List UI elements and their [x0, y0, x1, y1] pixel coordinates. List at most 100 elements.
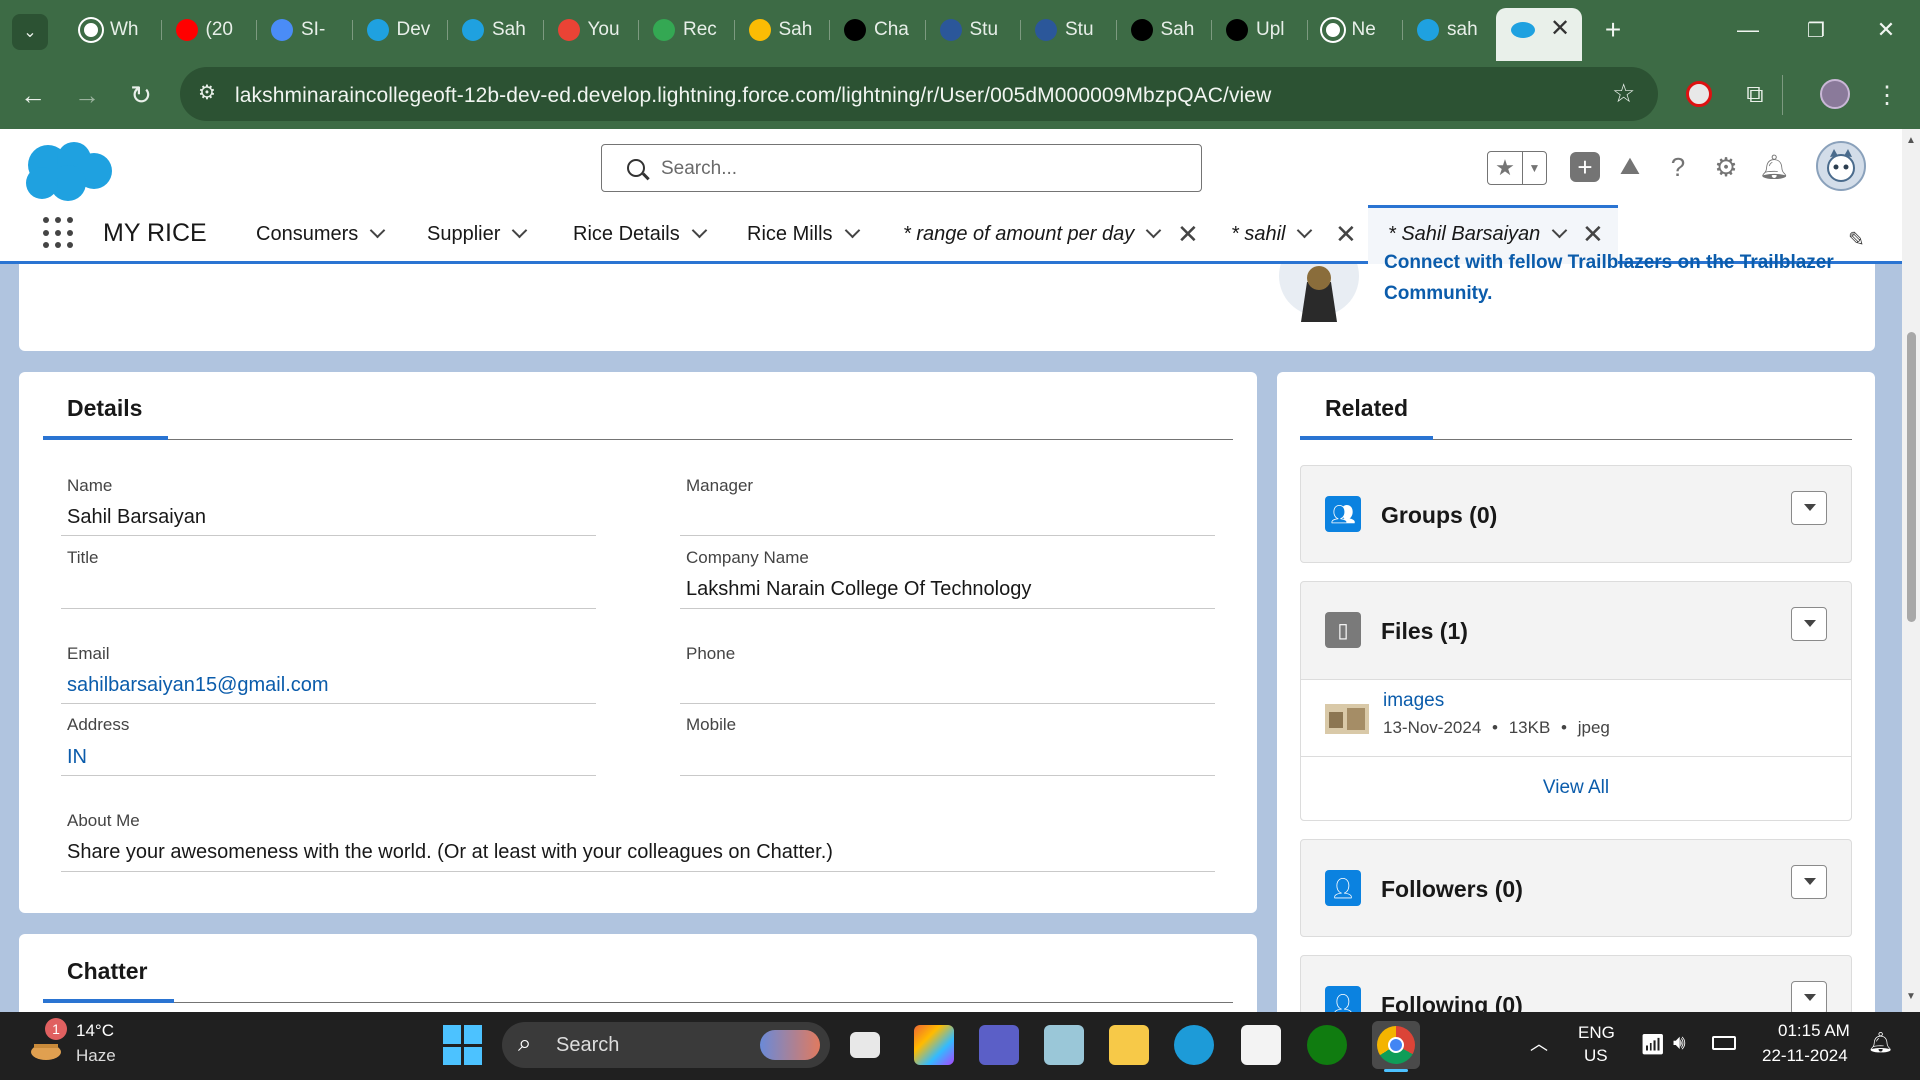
site-info-icon[interactable]: ⚙	[198, 80, 216, 105]
user-avatar[interactable]	[1816, 141, 1866, 191]
groups-menu-dropdown[interactable]	[1791, 491, 1827, 525]
groups-title[interactable]: Groups (0)	[1381, 502, 1497, 529]
wifi-icon[interactable]: 📶︎	[1640, 1032, 1665, 1057]
email-link[interactable]: sahilbarsaiyan15@gmail.com	[67, 674, 329, 697]
active-browser-tab[interactable]: ✕	[1496, 8, 1582, 61]
favorites-button[interactable]: ★ ▼	[1487, 151, 1547, 185]
browser-tab[interactable]: Rec	[639, 10, 735, 50]
file-explorer-icon[interactable]	[1109, 1025, 1149, 1065]
scroll-down-arrow[interactable]: ▼	[1906, 991, 1916, 1002]
close-tab-icon[interactable]: ✕	[1582, 219, 1604, 250]
browser-tab[interactable]: Cha	[830, 10, 926, 50]
profile-avatar[interactable]	[1820, 79, 1850, 109]
store-icon[interactable]	[1241, 1025, 1281, 1065]
browser-tab[interactable]: Sah	[448, 10, 544, 50]
show-hidden-icons-chevron[interactable]: ︿	[1530, 1030, 1548, 1056]
global-actions-icon[interactable]: +	[1570, 152, 1600, 182]
nav-item-rice-details[interactable]: Rice Details	[573, 222, 707, 246]
new-tab-button[interactable]: +	[1593, 14, 1633, 46]
file-thumbnail[interactable]	[1325, 704, 1369, 734]
trailblazer-community-link-line2[interactable]: Community.	[1384, 283, 1492, 305]
browser-menu-icon[interactable]: ⋮	[1872, 80, 1902, 110]
chrome-taskbar-button[interactable]	[1372, 1021, 1420, 1069]
url-text[interactable]: lakshminaraincollegeoft-12b-dev-ed.devel…	[235, 84, 1271, 108]
edge-icon[interactable]	[1174, 1025, 1214, 1065]
browser-tab[interactable]: Upl	[1212, 10, 1308, 50]
extension-icon[interactable]	[1686, 81, 1712, 107]
browser-tab[interactable]: Stu	[1021, 10, 1117, 50]
browser-tab[interactable]: Dev	[353, 10, 448, 50]
reload-icon[interactable]: ↻	[126, 80, 156, 110]
close-tab-icon[interactable]: ✕	[1177, 219, 1199, 250]
bookmark-star-icon[interactable]: ☆	[1612, 78, 1635, 109]
teams-icon[interactable]	[979, 1025, 1019, 1065]
nav-item-rice-mills[interactable]: Rice Mills	[747, 222, 860, 246]
restore-icon[interactable]: ❐	[1796, 14, 1836, 46]
workspace-tab-sahil-barsaiyan[interactable]: * Sahil Barsaiyan	[1388, 222, 1568, 246]
weather-temp[interactable]: 14°C	[76, 1021, 114, 1041]
chevron-down-icon[interactable]	[369, 222, 386, 239]
file-name-link[interactable]: images	[1383, 690, 1444, 712]
forward-icon[interactable]: →	[72, 80, 102, 110]
app-launcher-icon[interactable]	[43, 217, 75, 249]
battery-icon[interactable]	[1712, 1036, 1736, 1050]
details-tab[interactable]: Details	[67, 395, 142, 422]
language-region[interactable]: US	[1584, 1046, 1608, 1066]
close-tab-icon[interactable]: ✕	[1335, 219, 1357, 250]
help-icon[interactable]: ?	[1662, 151, 1694, 183]
chevron-down-icon[interactable]	[512, 222, 528, 239]
clock-date[interactable]: 22-11-2024	[1762, 1046, 1848, 1066]
scroll-up-arrow[interactable]: ▲	[1906, 135, 1916, 146]
notifications-icon[interactable]: 🔔︎	[1868, 1030, 1893, 1055]
weather-desc[interactable]: Haze	[76, 1046, 116, 1066]
edit-nav-pencil-icon[interactable]: ✎	[1848, 227, 1865, 252]
scrollbar-thumb[interactable]	[1907, 332, 1916, 622]
page-scrollbar[interactable]: ▲ ▼	[1902, 129, 1920, 1012]
browser-tab[interactable]: SI-	[257, 10, 353, 50]
start-windows-icon[interactable]	[443, 1025, 483, 1065]
browser-tab[interactable]: Sah	[1117, 10, 1212, 50]
files-menu-dropdown[interactable]	[1791, 607, 1827, 641]
browser-tab[interactable]: Sah	[735, 10, 830, 50]
nav-item-consumers[interactable]: Consumers	[256, 222, 386, 246]
minimize-icon[interactable]: —	[1728, 14, 1768, 46]
extensions-puzzle-icon[interactable]: ⧉	[1740, 80, 1770, 110]
workspace-tab-sahil[interactable]: * sahil	[1231, 222, 1313, 246]
copilot-icon[interactable]	[914, 1025, 954, 1065]
address-link[interactable]: IN	[67, 746, 87, 769]
trailhead-icon[interactable]: ⛰	[1614, 151, 1646, 183]
volume-icon[interactable]: 🔊︎	[1673, 1032, 1686, 1055]
close-window-icon[interactable]: ✕	[1866, 14, 1906, 46]
trailblazer-community-link[interactable]: Connect with fellow Trailblazers on the …	[1384, 252, 1834, 274]
salesforce-logo[interactable]	[22, 141, 114, 203]
task-view-icon[interactable]	[850, 1032, 880, 1058]
back-icon[interactable]: ←	[18, 80, 48, 110]
following-menu-dropdown[interactable]	[1791, 981, 1827, 1014]
files-title[interactable]: Files (1)	[1381, 618, 1468, 645]
chevron-down-icon[interactable]	[1145, 222, 1162, 239]
browser-tab[interactable]: Ne	[1308, 10, 1403, 50]
chatter-tab[interactable]: Chatter	[67, 958, 148, 985]
browser-tab[interactable]: Wh	[66, 10, 162, 50]
browser-tab[interactable]: sah	[1403, 10, 1499, 50]
browser-tab[interactable]: You	[544, 10, 639, 50]
related-tab[interactable]: Related	[1325, 395, 1408, 422]
chevron-down-icon[interactable]	[1297, 222, 1313, 239]
notifications-bell-icon[interactable]: 🔔︎	[1758, 151, 1790, 183]
chevron-down-icon[interactable]	[691, 222, 707, 239]
followers-menu-dropdown[interactable]	[1791, 865, 1827, 899]
close-tab-icon[interactable]: ✕	[1550, 14, 1570, 43]
browser-tab[interactable]: Stu	[926, 10, 1021, 50]
tab-search-button[interactable]: ⌄	[12, 14, 48, 50]
global-search-input[interactable]: Search...	[601, 144, 1202, 192]
setup-gear-icon[interactable]: ⚙	[1710, 151, 1742, 183]
photos-icon[interactable]	[1044, 1025, 1084, 1065]
browser-tab[interactable]: (20	[162, 10, 257, 50]
workspace-tab-range-of-amount[interactable]: * range of amount per day	[903, 222, 1162, 246]
taskbar-search-box[interactable]: ⌕ Search	[502, 1022, 830, 1068]
files-view-all-link[interactable]: View All	[1301, 757, 1851, 820]
nav-item-supplier[interactable]: Supplier	[427, 222, 528, 246]
xbox-icon[interactable]	[1307, 1025, 1347, 1065]
clock-time[interactable]: 01:15 AM	[1778, 1021, 1850, 1041]
followers-title[interactable]: Followers (0)	[1381, 876, 1523, 903]
